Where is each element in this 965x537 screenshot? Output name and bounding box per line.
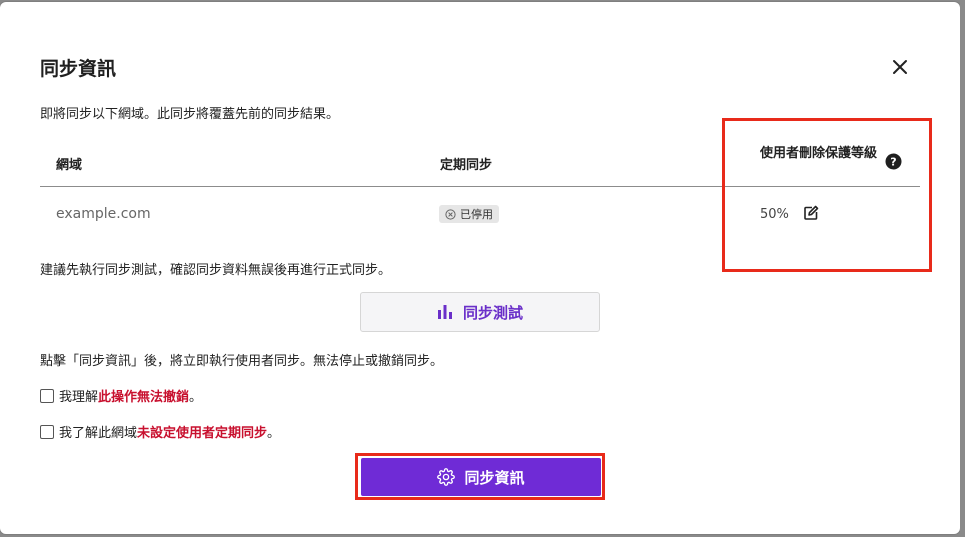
edit-icon — [804, 205, 819, 220]
dialog-title: 同步資訊 — [40, 58, 117, 80]
help-icon[interactable]: ? — [885, 153, 902, 170]
sync-notice-text: 點擊「同步資訊」後，將立即執行使用者同步。無法停止或撤銷同步。 — [40, 354, 444, 369]
sync-test-label: 同步測試 — [462, 303, 523, 322]
confirm-irreversible: 我理解此操作無法撤銷。 — [40, 386, 202, 405]
sync-info-dialog: 同步資訊 即將同步以下網域。此同步將覆蓋先前的同步結果。 網域 定期同步 使用者… — [0, 2, 960, 534]
warning-text: 未設定使用者定期同步 — [137, 426, 268, 441]
svg-text:?: ? — [890, 156, 896, 169]
edit-protection-button[interactable] — [803, 205, 819, 221]
column-header-protection: 使用者刪除保護等級 — [760, 146, 878, 161]
confirm-irreversible-text: 我理解此操作無法撤銷。 — [59, 390, 203, 405]
sync-test-button[interactable]: 同步測試 — [360, 292, 600, 332]
confirm-no-schedule-checkbox[interactable] — [40, 424, 54, 439]
domain-cell: example.com — [56, 206, 151, 222]
bar-chart-icon — [437, 305, 452, 319]
close-icon — [893, 60, 907, 74]
sync-info-label: 同步資訊 — [464, 468, 525, 487]
sync-info-button[interactable]: 同步資訊 — [361, 458, 601, 496]
disabled-circle-icon — [445, 208, 456, 220]
confirm-no-schedule-text: 我了解此網域未設定使用者定期同步。 — [59, 426, 281, 441]
table-header-divider — [40, 186, 920, 187]
column-header-schedule: 定期同步 — [440, 158, 493, 173]
confirm-no-schedule: 我了解此網域未設定使用者定期同步。 — [40, 422, 280, 441]
dialog-description: 即將同步以下網域。此同步將覆蓋先前的同步結果。 — [40, 107, 340, 122]
gear-icon — [437, 468, 456, 486]
warning-text: 此操作無法撤銷 — [98, 390, 190, 405]
confirm-irreversible-checkbox[interactable] — [40, 388, 54, 403]
test-suggestion-text: 建議先執行同步測試，確認同步資料無誤後再進行正式同步。 — [40, 263, 392, 278]
protection-column-highlight — [722, 118, 932, 272]
status-badge: 已停用 — [439, 205, 499, 223]
protection-level-value: 50% — [760, 207, 789, 222]
close-button[interactable] — [889, 56, 911, 78]
backdrop-edge — [960, 0, 965, 537]
status-badge-label: 已停用 — [460, 208, 493, 221]
column-header-domain: 網域 — [56, 158, 83, 173]
